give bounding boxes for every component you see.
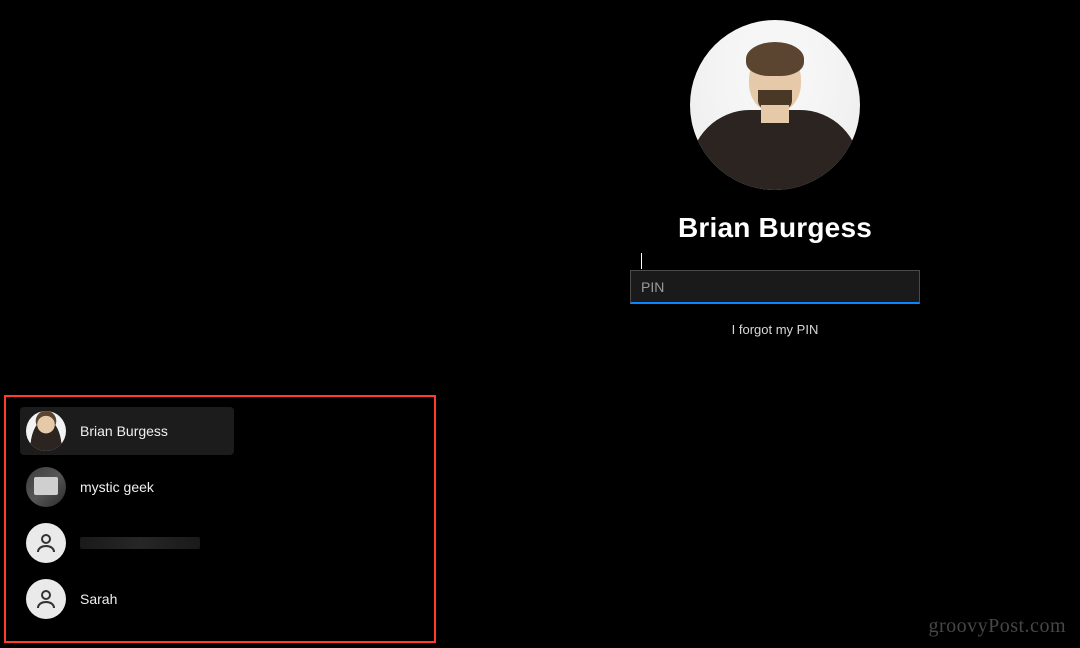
user-tile-mystic[interactable]: mystic geek [20, 463, 234, 511]
user-tile-label: Brian Burgess [80, 423, 168, 439]
user-avatar-icon [26, 579, 66, 619]
selected-user-avatar [690, 20, 860, 190]
user-tile-label: mystic geek [80, 479, 154, 495]
pin-input[interactable] [630, 270, 920, 304]
user-tile-label-redacted [80, 537, 200, 549]
user-switcher-panel: Brian Burgess mystic geek Sarah [4, 395, 436, 643]
forgot-pin-link[interactable]: I forgot my PIN [732, 322, 819, 337]
user-tile-sarah[interactable]: Sarah [20, 575, 234, 623]
user-avatar-icon [26, 411, 66, 451]
user-avatar-icon [26, 523, 66, 563]
watermark-text: groovyPost.com [928, 615, 1066, 638]
user-tile-label: Sarah [80, 591, 117, 607]
login-panel: Brian Burgess I forgot my PIN [600, 20, 950, 337]
text-caret [641, 253, 642, 269]
user-tile-redacted[interactable] [20, 519, 234, 567]
user-avatar-icon [26, 467, 66, 507]
user-tile-brian[interactable]: Brian Burgess [20, 407, 234, 455]
selected-user-name: Brian Burgess [678, 212, 872, 244]
